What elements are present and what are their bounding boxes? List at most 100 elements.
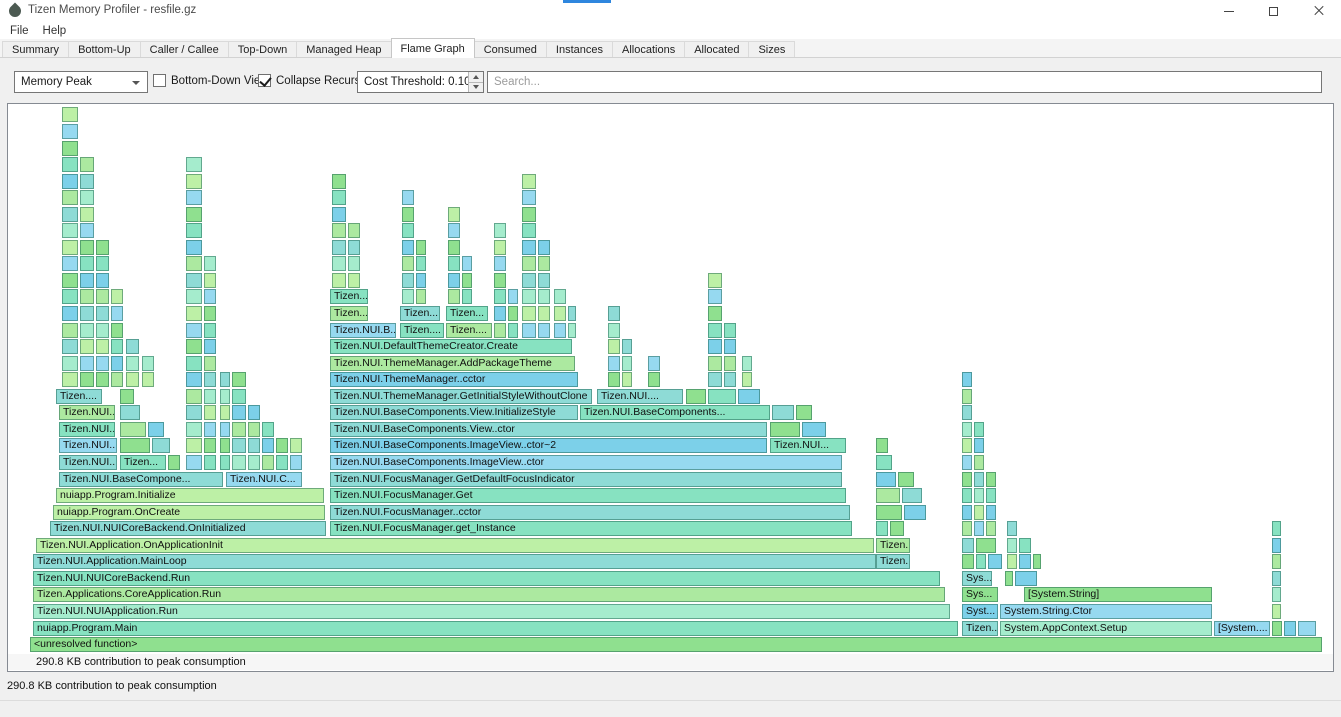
flame-frame[interactable] [348, 256, 360, 271]
flame-frame[interactable]: Tizen.NUI.NUICoreBackend.OnInitialized [50, 521, 326, 536]
flame-frame[interactable] [902, 488, 922, 503]
flame-frame[interactable]: Tizen... [330, 306, 368, 321]
flame-frame[interactable] [724, 339, 736, 354]
flame-frame[interactable] [1015, 571, 1037, 586]
flame-frame[interactable] [402, 273, 414, 288]
flame-frame[interactable] [248, 438, 260, 453]
flame-frame[interactable] [204, 405, 216, 420]
flame-frame[interactable] [538, 240, 550, 255]
flame-frame[interactable] [204, 256, 216, 271]
flame-frame[interactable] [96, 306, 109, 321]
flame-frame[interactable] [62, 174, 78, 189]
flame-frame[interactable] [898, 472, 914, 487]
tab-caller-callee[interactable]: Caller / Callee [140, 41, 229, 57]
flame-frame[interactable] [538, 306, 550, 321]
flame-frame[interactable] [232, 455, 246, 470]
flame-frame[interactable] [204, 422, 216, 437]
flame-frame[interactable]: Sys... [962, 571, 992, 586]
flame-frame[interactable]: Tizen.... [446, 323, 492, 338]
flame-frame[interactable] [186, 389, 202, 404]
flame-frame[interactable] [876, 455, 892, 470]
flame-frame[interactable] [1019, 554, 1031, 569]
flame-frame[interactable]: Tizen.NUI.ThemeManager.AddPackageTheme [330, 356, 575, 371]
flame-frame[interactable] [622, 356, 632, 371]
flame-frame[interactable] [80, 372, 94, 387]
flame-frame[interactable] [608, 372, 620, 387]
flame-frame[interactable] [974, 521, 984, 536]
flame-frame[interactable] [1019, 538, 1031, 553]
flame-frame[interactable] [796, 405, 812, 420]
flame-frame[interactable]: Tizen.NUI.C... [226, 472, 302, 487]
flame-frame[interactable] [186, 422, 202, 437]
flame-frame[interactable] [448, 207, 460, 222]
tab-flame-graph[interactable]: Flame Graph [391, 38, 475, 58]
flame-frame[interactable] [186, 174, 202, 189]
flame-frame[interactable] [204, 289, 216, 304]
flame-frame[interactable] [608, 323, 620, 338]
tab-allocated[interactable]: Allocated [684, 41, 749, 57]
flame-frame[interactable] [622, 339, 632, 354]
flame-frame[interactable] [962, 405, 972, 420]
flame-frame[interactable]: Tizen.NUI.FocusManager.GetDefaultFocusIn… [330, 472, 842, 487]
flame-frame[interactable] [111, 372, 123, 387]
flame-frame[interactable] [708, 356, 722, 371]
flame-frame[interactable] [462, 256, 472, 271]
flame-frame[interactable] [204, 455, 216, 470]
flame-frame[interactable] [186, 240, 202, 255]
flame-frame[interactable] [494, 306, 506, 321]
flame-frame[interactable] [648, 372, 660, 387]
flame-frame[interactable] [416, 273, 426, 288]
flame-frame[interactable] [686, 389, 706, 404]
flame-frame[interactable] [508, 323, 518, 338]
flame-frame[interactable] [220, 422, 230, 437]
flame-frame[interactable]: System.String.Ctor [1000, 604, 1212, 619]
flame-frame[interactable] [186, 455, 202, 470]
flame-frame[interactable]: Tizen... [876, 554, 910, 569]
flame-frame[interactable]: Tizen.NUI.Application.MainLoop [33, 554, 876, 569]
tab-allocations[interactable]: Allocations [612, 41, 685, 57]
flame-frame[interactable] [332, 207, 346, 222]
flame-frame[interactable] [80, 157, 94, 172]
flame-frame[interactable] [622, 372, 632, 387]
flame-frame[interactable] [1272, 621, 1282, 636]
tab-consumed[interactable]: Consumed [474, 41, 547, 57]
flame-frame[interactable] [1272, 538, 1281, 553]
tab-instances[interactable]: Instances [546, 41, 613, 57]
flame-frame[interactable] [494, 223, 506, 238]
flame-frame[interactable] [772, 405, 794, 420]
flame-frame[interactable] [62, 372, 78, 387]
flame-frame[interactable]: Tizen.NUI.NUICoreBackend.Run [33, 571, 940, 586]
flame-frame[interactable] [220, 455, 230, 470]
flame-frame[interactable] [186, 438, 202, 453]
flame-frame[interactable]: Tizen.NUI.FocusManager..cctor [330, 505, 850, 520]
flame-frame[interactable] [186, 323, 202, 338]
flame-frame[interactable] [186, 356, 202, 371]
flame-frame[interactable] [974, 438, 984, 453]
flame-frame[interactable] [522, 306, 536, 321]
flame-frame[interactable] [402, 207, 414, 222]
flame-frame[interactable] [724, 356, 736, 371]
menu-item-file[interactable]: File [3, 24, 36, 38]
flame-frame[interactable] [80, 356, 94, 371]
menu-item-help[interactable]: Help [36, 24, 74, 38]
flame-frame[interactable]: [System.String] [1024, 587, 1212, 602]
flame-frame[interactable] [80, 256, 94, 271]
flame-frame[interactable] [80, 174, 94, 189]
flame-frame[interactable] [111, 339, 123, 354]
tab-summary[interactable]: Summary [2, 41, 69, 57]
flame-frame[interactable] [148, 422, 164, 437]
flame-frame[interactable] [554, 289, 566, 304]
flame-frame[interactable] [204, 389, 216, 404]
flame-frame[interactable] [522, 273, 536, 288]
flame-frame[interactable] [62, 240, 78, 255]
flame-frame[interactable] [608, 306, 620, 321]
flame-frame[interactable] [62, 190, 78, 205]
flame-frame[interactable] [348, 223, 360, 238]
flame-frame[interactable] [220, 405, 230, 420]
flame-frame[interactable] [448, 256, 460, 271]
flame-frame[interactable]: Tizen.NUI.FocusManager.Get [330, 488, 846, 503]
flame-frame[interactable] [962, 505, 972, 520]
flame-frame[interactable]: Tizen.NUI.BaseComponents... [580, 405, 770, 420]
flame-frame[interactable]: Tizen.NUI.BaseCompone... [59, 472, 223, 487]
flame-frame[interactable] [1272, 554, 1281, 569]
